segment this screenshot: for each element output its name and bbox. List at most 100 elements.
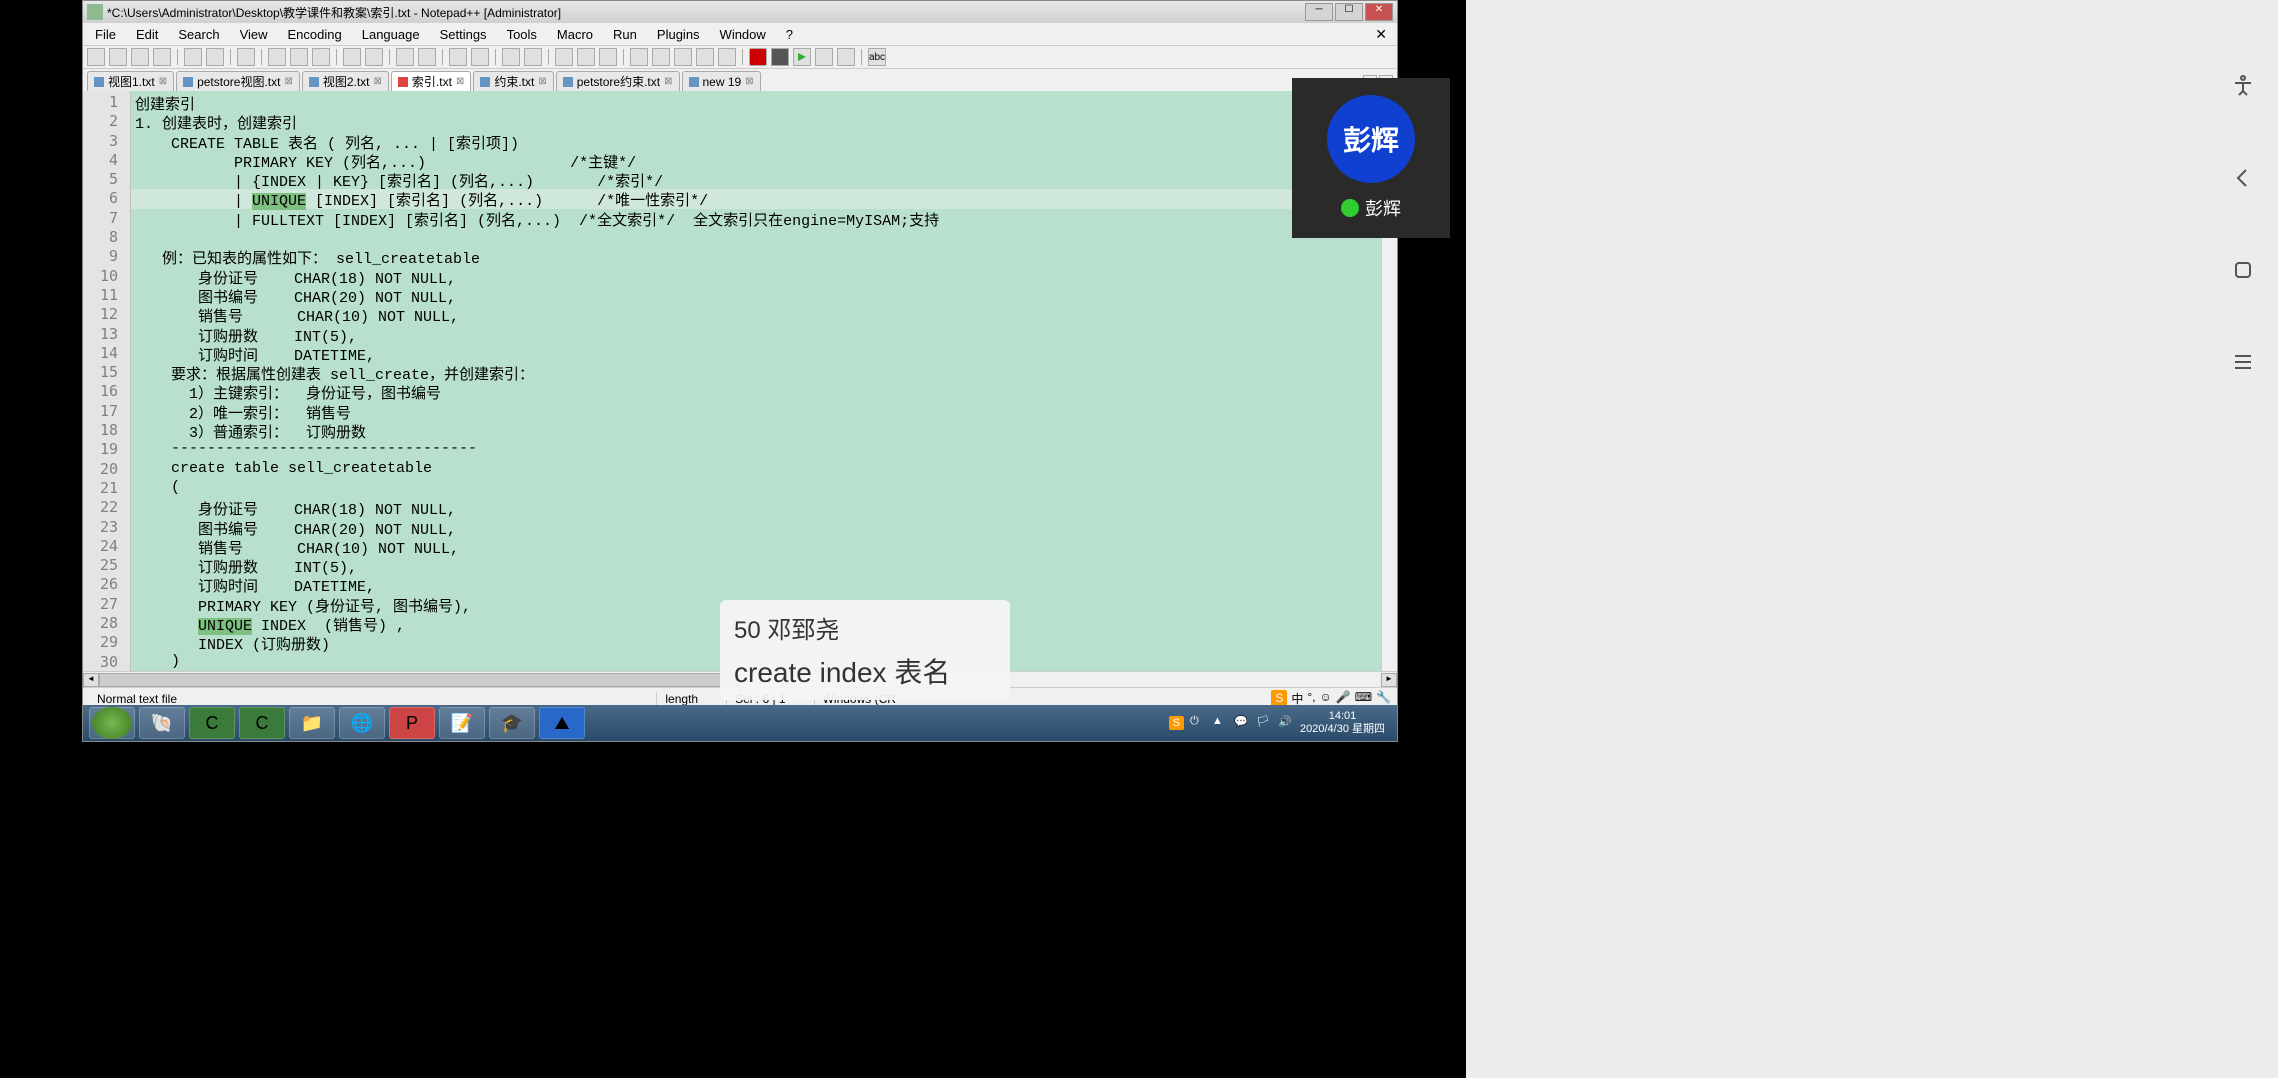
monitor-icon[interactable] [718, 48, 736, 66]
menu-help[interactable]: ? [778, 25, 801, 44]
taskbar-explorer[interactable]: 📁 [289, 707, 335, 739]
undo-icon[interactable] [343, 48, 361, 66]
save-all-icon[interactable] [153, 48, 171, 66]
scroll-left-icon[interactable]: ◄ [83, 673, 99, 687]
wrap-icon[interactable] [555, 48, 573, 66]
scroll-thumb[interactable] [99, 673, 740, 687]
tabbar: 视图1.txt⊠ petstore视图.txt⊠ 视图2.txt⊠ 索引.txt… [83, 69, 1397, 91]
tab-constraint[interactable]: 约束.txt⊠ [473, 71, 553, 91]
indent-guide-icon[interactable] [599, 48, 617, 66]
systray-volume-icon[interactable]: 🔊 [1278, 715, 1294, 731]
systray-icon-1[interactable]: ⏻ [1190, 715, 1206, 731]
new-file-icon[interactable] [87, 48, 105, 66]
code-area[interactable]: 创建索引1. 创建表时，创建索引 CREATE TABLE 表名 ( 列名, .… [131, 91, 1397, 671]
tab-view1[interactable]: 视图1.txt⊠ [87, 71, 174, 91]
taskbar-app-1[interactable]: 🐚 [139, 707, 185, 739]
taskbar-chrome[interactable]: 🌐 [339, 707, 385, 739]
play-multi-icon[interactable] [815, 48, 833, 66]
taskbar-app-8[interactable]: 🎓 [489, 707, 535, 739]
menu-close-x[interactable]: ✕ [1369, 26, 1393, 43]
side-controls [2208, 0, 2278, 1078]
tab-new19[interactable]: new 19⊠ [682, 71, 761, 91]
menu-plugins[interactable]: Plugins [649, 25, 708, 44]
save-icon[interactable] [131, 48, 149, 66]
tab-close-icon[interactable]: ⊠ [664, 76, 672, 87]
cut-icon[interactable] [268, 48, 286, 66]
tab-close-icon[interactable]: ⊠ [456, 76, 464, 87]
menu-encoding[interactable]: Encoding [280, 25, 350, 44]
redo-icon[interactable] [365, 48, 383, 66]
maximize-button[interactable]: ☐ [1335, 3, 1363, 21]
find-icon[interactable] [396, 48, 414, 66]
taskbar-app-3[interactable]: C [239, 707, 285, 739]
menu-window[interactable]: Window [712, 25, 774, 44]
tab-close-icon[interactable]: ⊠ [159, 76, 167, 87]
menu-search[interactable]: Search [170, 25, 227, 44]
func-list-icon[interactable] [696, 48, 714, 66]
tab-close-icon[interactable]: ⊠ [374, 76, 382, 87]
systray-flag-icon[interactable]: 🏳 [1256, 715, 1272, 731]
line-number-gutter: 1234567891011121314151617181920212223242… [83, 91, 131, 671]
back-icon[interactable] [2227, 162, 2259, 194]
stop-icon[interactable] [2227, 254, 2259, 286]
menu-settings[interactable]: Settings [432, 25, 495, 44]
close-all-icon[interactable] [206, 48, 224, 66]
save-macro-icon[interactable] [837, 48, 855, 66]
sync-v-icon[interactable] [502, 48, 520, 66]
menu-file[interactable]: File [87, 25, 124, 44]
copy-icon[interactable] [290, 48, 308, 66]
menu-macro[interactable]: Macro [549, 25, 601, 44]
scroll-right-icon[interactable]: ► [1381, 673, 1397, 687]
print-icon[interactable] [237, 48, 255, 66]
menu-language[interactable]: Language [354, 25, 428, 44]
paste-icon[interactable] [312, 48, 330, 66]
open-file-icon[interactable] [109, 48, 127, 66]
editor[interactable]: 1234567891011121314151617181920212223242… [83, 91, 1397, 671]
tab-petstore-constraint[interactable]: petstore约束.txt⊠ [556, 71, 680, 91]
start-button[interactable] [89, 707, 135, 739]
systray-up-icon[interactable]: ▲ [1212, 715, 1228, 731]
zoom-out-icon[interactable] [471, 48, 489, 66]
menu-icon[interactable] [2227, 346, 2259, 378]
accessibility-icon[interactable] [2227, 70, 2259, 102]
show-chars-icon[interactable] [577, 48, 595, 66]
spellcheck-icon[interactable]: abc [868, 48, 886, 66]
lang-icon[interactable] [630, 48, 648, 66]
taskbar-app-2[interactable]: C [189, 707, 235, 739]
menu-run[interactable]: Run [605, 25, 645, 44]
chat-message: create index 表名 [734, 651, 996, 691]
avatar: 彭辉 [1327, 95, 1415, 183]
tab-close-icon[interactable]: ⊠ [538, 76, 546, 87]
status-length: length [656, 692, 706, 706]
menu-edit[interactable]: Edit [128, 25, 166, 44]
systray-notif-icon[interactable]: 💬 [1234, 715, 1250, 731]
taskbar-app-9[interactable]: ⛰ [539, 707, 585, 739]
close-file-icon[interactable] [184, 48, 202, 66]
play-macro-icon[interactable] [793, 48, 811, 66]
tab-petstore-view[interactable]: petstore视图.txt⊠ [176, 71, 300, 91]
sync-h-icon[interactable] [524, 48, 542, 66]
toolbar: abc [83, 45, 1397, 69]
close-button[interactable]: ✕ [1365, 3, 1393, 21]
menubar: File Edit Search View Encoding Language … [83, 23, 1397, 45]
minimize-button[interactable]: ─ [1305, 3, 1333, 21]
tab-close-icon[interactable]: ⊠ [284, 76, 292, 87]
menu-tools[interactable]: Tools [499, 25, 545, 44]
tab-index[interactable]: 索引.txt⊠ [391, 71, 471, 91]
window-title: *C:\Users\Administrator\Desktop\教学课件和教案\… [107, 4, 561, 21]
taskbar-powerpoint[interactable]: P [389, 707, 435, 739]
zoom-in-icon[interactable] [449, 48, 467, 66]
doc-map-icon[interactable] [674, 48, 692, 66]
chat-overlay: 50 邓郅尧 create index 表名 [720, 600, 1010, 700]
tab-view2[interactable]: 视图2.txt⊠ [302, 71, 389, 91]
tab-close-icon[interactable]: ⊠ [745, 76, 753, 87]
record-macro-icon[interactable] [749, 48, 767, 66]
replace-icon[interactable] [418, 48, 436, 66]
systray-ime-icon[interactable]: S [1169, 716, 1184, 730]
taskbar-app-7[interactable]: 📝 [439, 707, 485, 739]
titlebar[interactable]: *C:\Users\Administrator\Desktop\教学课件和教案\… [83, 1, 1397, 23]
menu-view[interactable]: View [232, 25, 276, 44]
folder-icon[interactable] [652, 48, 670, 66]
taskbar-clock[interactable]: 14:01 2020/4/30 星期四 [1300, 710, 1385, 736]
stop-macro-icon[interactable] [771, 48, 789, 66]
